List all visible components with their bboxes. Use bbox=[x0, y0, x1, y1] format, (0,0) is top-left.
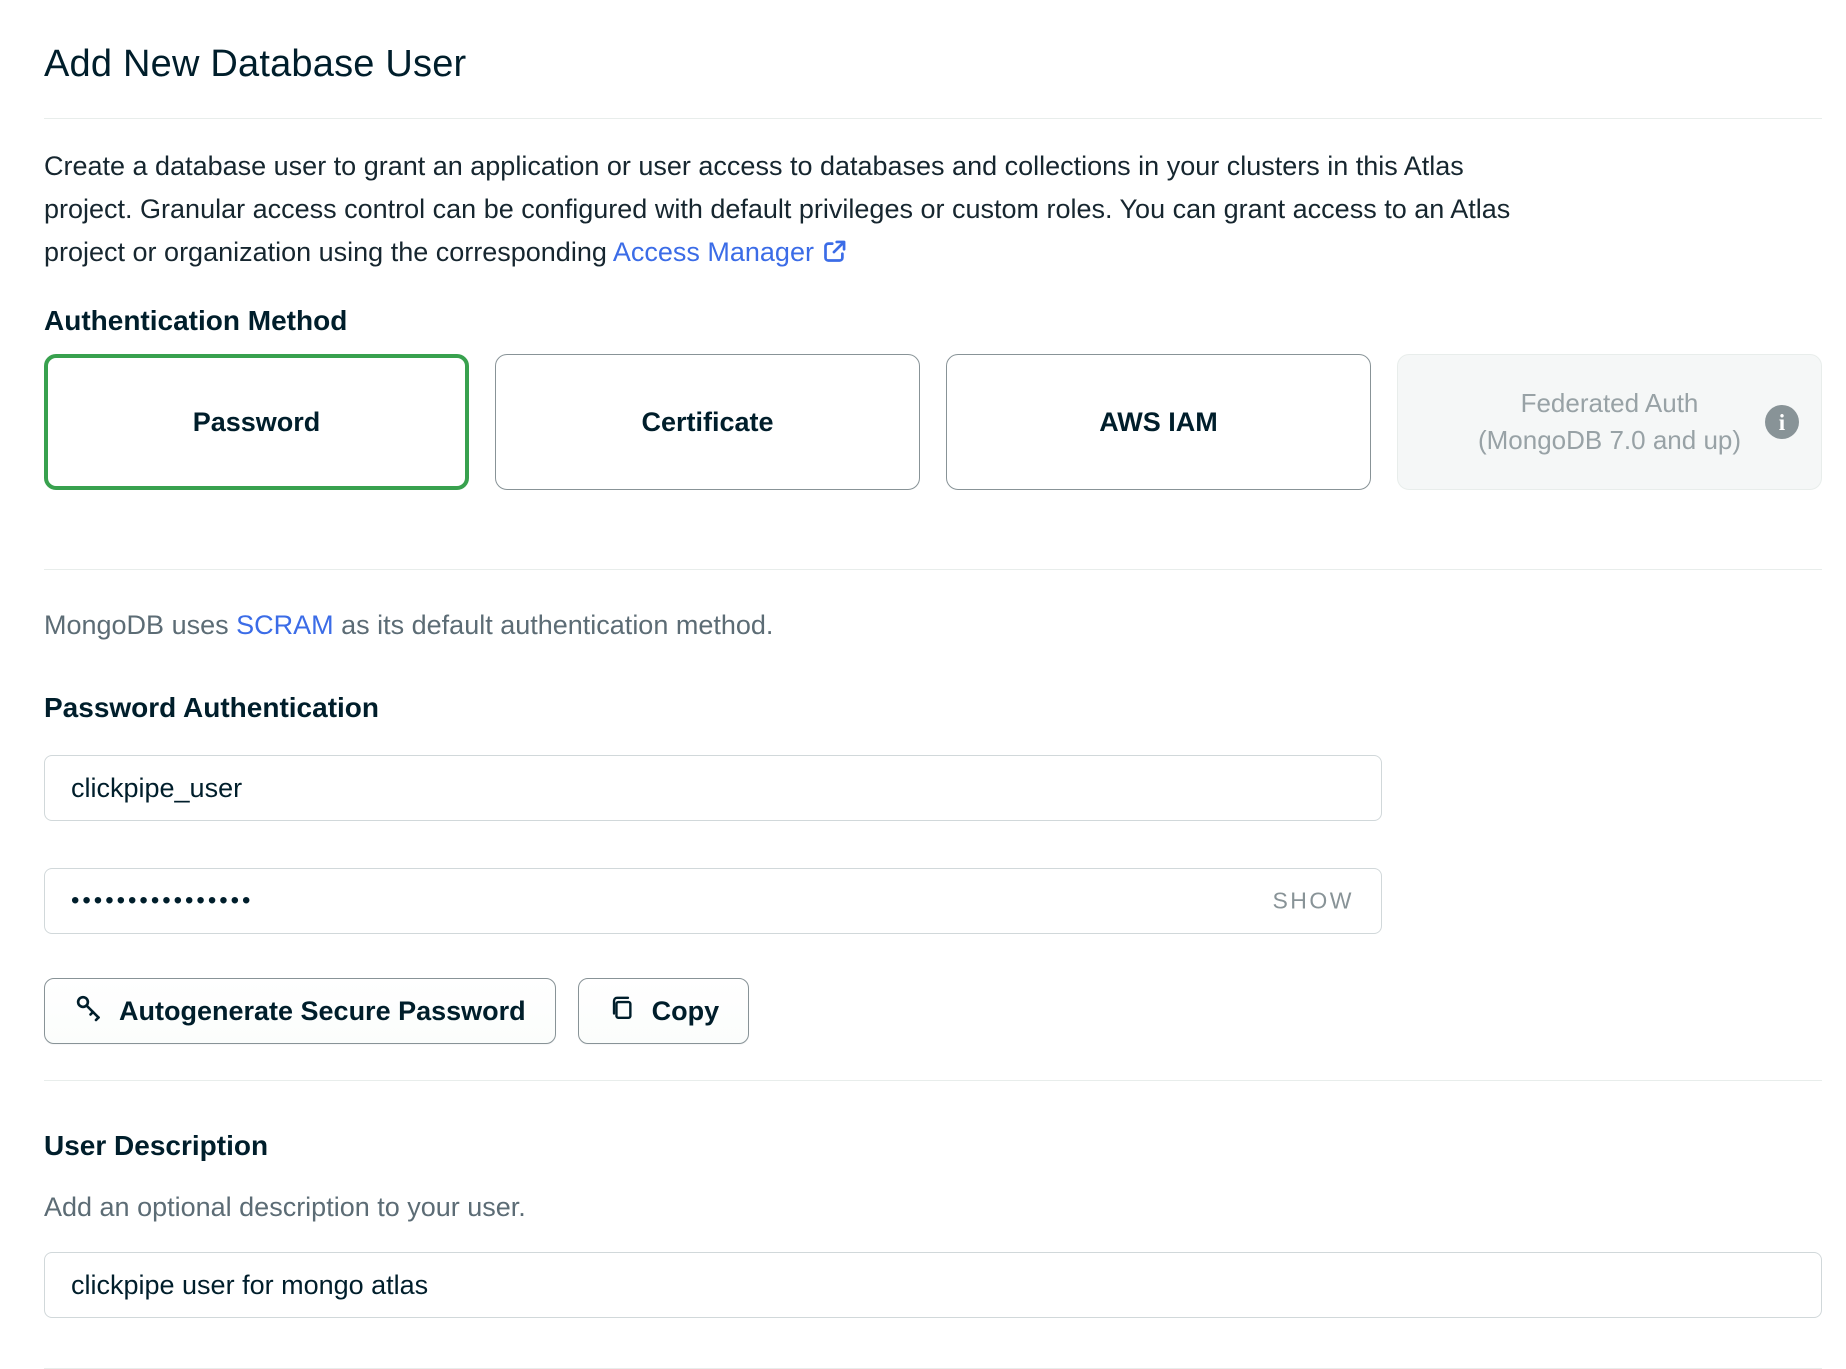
copy-button-label: Copy bbox=[652, 996, 720, 1027]
auth-option-password[interactable]: Password bbox=[44, 354, 469, 490]
auth-method-options: Password Certificate AWS IAM Federated A… bbox=[44, 354, 1822, 490]
password-field-wrap: SHOW bbox=[44, 868, 1382, 934]
scram-link[interactable]: SCRAM bbox=[236, 610, 334, 640]
user-description-input[interactable] bbox=[44, 1252, 1822, 1318]
auth-option-certificate-label: Certificate bbox=[641, 407, 773, 438]
auth-option-password-label: Password bbox=[193, 407, 321, 438]
auth-option-aws-iam[interactable]: AWS IAM bbox=[946, 354, 1371, 490]
autogenerate-password-button[interactable]: Autogenerate Secure Password bbox=[44, 978, 556, 1044]
federated-auth-line2: (MongoDB 7.0 and up) bbox=[1478, 425, 1741, 455]
auth-option-federated-label: Federated Auth (MongoDB 7.0 and up) bbox=[1478, 385, 1741, 459]
password-buttons-row: Autogenerate Secure Password Copy bbox=[44, 978, 1822, 1044]
copy-password-button[interactable]: Copy bbox=[578, 978, 750, 1044]
user-description-heading: User Description bbox=[44, 1129, 1822, 1163]
add-database-user-form: Add New Database User Create a database … bbox=[0, 0, 1846, 1369]
divider bbox=[44, 569, 1822, 570]
external-link-icon bbox=[814, 237, 848, 267]
auth-option-certificate[interactable]: Certificate bbox=[495, 354, 920, 490]
show-password-button[interactable]: SHOW bbox=[1272, 888, 1354, 915]
copy-icon bbox=[608, 993, 637, 1029]
password-input[interactable] bbox=[44, 868, 1382, 934]
auth-option-aws-iam-label: AWS IAM bbox=[1099, 407, 1218, 438]
key-icon bbox=[74, 993, 104, 1030]
user-description-hint: Add an optional description to your user… bbox=[44, 1187, 1822, 1227]
auth-option-federated-auth: Federated Auth (MongoDB 7.0 and up) i bbox=[1397, 354, 1822, 490]
access-manager-link-label: Access Manager bbox=[613, 237, 814, 267]
scram-note: MongoDB uses SCRAM as its default authen… bbox=[44, 604, 1822, 647]
authentication-method-heading: Authentication Method bbox=[44, 304, 1822, 338]
access-manager-link[interactable]: Access Manager bbox=[613, 237, 848, 267]
scram-note-after: as its default authentication method. bbox=[334, 610, 774, 640]
divider bbox=[44, 118, 1822, 119]
autogenerate-password-label: Autogenerate Secure Password bbox=[119, 996, 526, 1027]
password-authentication-heading: Password Authentication bbox=[44, 691, 1822, 725]
username-input[interactable] bbox=[44, 755, 1382, 821]
scram-note-before: MongoDB uses bbox=[44, 610, 236, 640]
federated-auth-line1: Federated Auth bbox=[1521, 388, 1699, 418]
intro-text: Create a database user to grant an appli… bbox=[44, 145, 1544, 274]
divider bbox=[44, 1080, 1822, 1081]
info-icon[interactable]: i bbox=[1765, 405, 1799, 439]
page-title: Add New Database User bbox=[44, 40, 1822, 88]
